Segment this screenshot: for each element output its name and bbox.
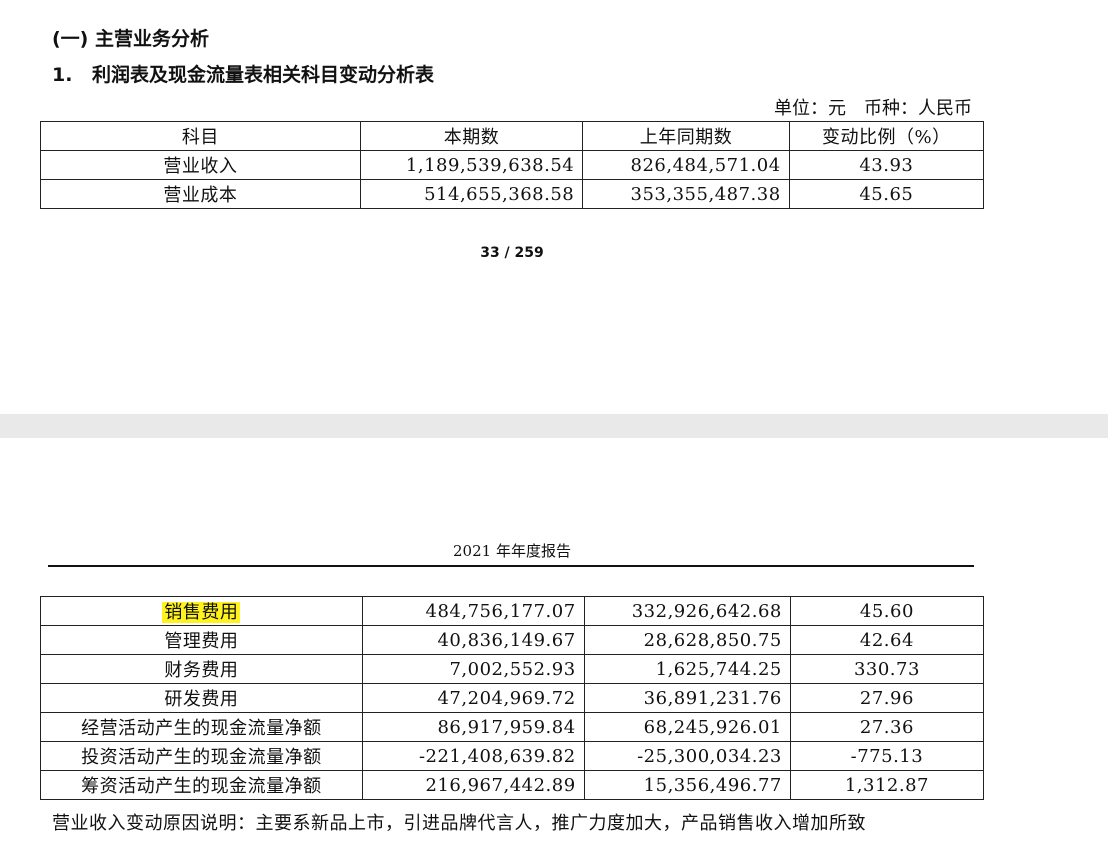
- row-current: -221,408,639.82: [361, 741, 585, 771]
- row-prior: 15,356,496.77: [583, 770, 791, 800]
- row-change: 1,312.87: [789, 770, 985, 800]
- row-prior: 1,625,744.25: [583, 654, 791, 684]
- unit-note: 单位：元 币种：人民币: [774, 94, 972, 120]
- subsection-number: 1.: [52, 64, 73, 86]
- row-subject: 财务费用: [40, 654, 363, 684]
- subsection-title-text: 利润表及现金流量表相关科目变动分析表: [92, 64, 435, 86]
- table-row: 经营活动产生的现金流量净额 86,917,959.84 68,245,926.0…: [40, 712, 985, 742]
- row-change: -775.13: [789, 741, 985, 771]
- row-change: 42.64: [789, 625, 985, 655]
- row-current: 40,836,149.67: [361, 625, 585, 655]
- row-subject: 管理费用: [40, 625, 363, 655]
- header-rule: [48, 565, 974, 567]
- row-prior: 332,926,642.68: [583, 596, 791, 626]
- page-gap: [0, 414, 1108, 438]
- row-subject: 销售费用: [40, 596, 363, 626]
- table-header-row: 科目 本期数 上年同期数 变动比例（%）: [40, 121, 985, 151]
- currency-label: 币种：人民币: [864, 98, 972, 119]
- row-subject: 投资活动产生的现金流量净额: [40, 741, 363, 771]
- row-prior: -25,300,034.23: [583, 741, 791, 771]
- running-header: 2021 年年度报告: [453, 542, 571, 560]
- unit-label: 单位：元: [774, 98, 846, 119]
- row-prior: 68,245,926.01: [583, 712, 791, 742]
- analysis-table-part1: 科目 本期数 上年同期数 变动比例（%） 营业收入 1,189,539,638.…: [40, 121, 985, 209]
- row-current: 86,917,959.84: [361, 712, 585, 742]
- page-number: 33 / 259: [480, 245, 544, 261]
- table-row: 投资活动产生的现金流量净额 -221,408,639.82 -25,300,03…: [40, 741, 985, 771]
- table-row: 营业收入 1,189,539,638.54 826,484,571.04 43.…: [40, 150, 985, 180]
- section-title: (一) 主营业务分析: [52, 28, 209, 50]
- table-row: 筹资活动产生的现金流量净额 216,967,442.89 15,356,496.…: [40, 770, 985, 800]
- row-change: 330.73: [789, 654, 985, 684]
- row-current: 7,002,552.93: [361, 654, 585, 684]
- row-subject: 筹资活动产生的现金流量净额: [40, 770, 363, 800]
- row-change: 45.65: [788, 179, 985, 209]
- row-subject: 营业成本: [40, 179, 361, 209]
- subsection-title: 1. 利润表及现金流量表相关科目变动分析表: [52, 60, 434, 87]
- table-row: 管理费用 40,836,149.67 28,628,850.75 42.64: [40, 625, 985, 655]
- row-current: 47,204,969.72: [361, 683, 585, 713]
- header-cell-change: 变动比例（%）: [788, 121, 985, 151]
- row-current: 484,756,177.07: [361, 596, 585, 626]
- row-current: 514,655,368.58: [359, 179, 584, 209]
- revenue-change-note: 营业收入变动原因说明：主要系新品上市，引进品牌代言人，推广力度加大，产品销售收入…: [52, 813, 866, 834]
- table-row: 财务费用 7,002,552.93 1,625,744.25 330.73: [40, 654, 985, 684]
- row-current: 216,967,442.89: [361, 770, 585, 800]
- table-row: 营业成本 514,655,368.58 353,355,487.38 45.65: [40, 179, 985, 209]
- row-prior: 28,628,850.75: [583, 625, 791, 655]
- row-change: 27.96: [789, 683, 985, 713]
- row-subject: 营业收入: [40, 150, 361, 180]
- row-change: 43.93: [788, 150, 985, 180]
- row-subject: 经营活动产生的现金流量净额: [40, 712, 363, 742]
- highlighted-text: 销售费用: [162, 602, 241, 623]
- row-prior: 36,891,231.76: [583, 683, 791, 713]
- table-row: 研发费用 47,204,969.72 36,891,231.76 27.96: [40, 683, 985, 713]
- header-cell-prior: 上年同期数: [582, 121, 790, 151]
- row-prior: 353,355,487.38: [582, 179, 790, 209]
- row-prior: 826,484,571.04: [582, 150, 790, 180]
- row-current: 1,189,539,638.54: [359, 150, 584, 180]
- row-subject: 研发费用: [40, 683, 363, 713]
- header-cell-current: 本期数: [359, 121, 584, 151]
- header-cell-subject: 科目: [40, 121, 361, 151]
- row-change: 27.36: [789, 712, 985, 742]
- report-page-33: (一) 主营业务分析 1. 利润表及现金流量表相关科目变动分析表 单位：元 币种：人…: [0, 0, 1108, 414]
- row-change: 45.60: [789, 596, 985, 626]
- analysis-table-part2: 销售费用 484,756,177.07 332,926,642.68 45.60…: [40, 596, 985, 800]
- table-row: 销售费用 484,756,177.07 332,926,642.68 45.60: [40, 596, 985, 626]
